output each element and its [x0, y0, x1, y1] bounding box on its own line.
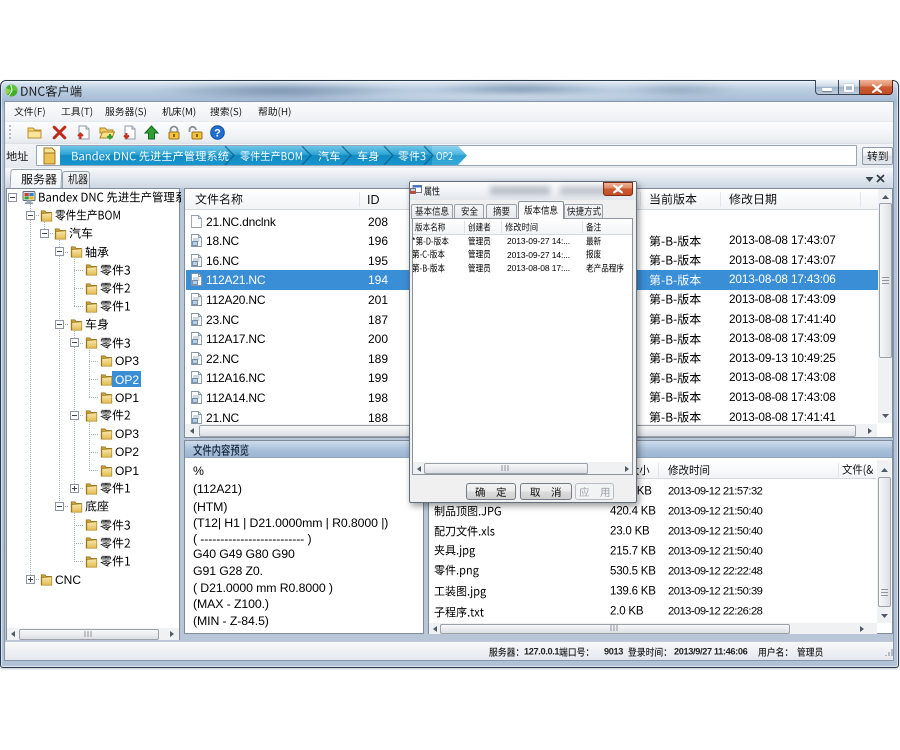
svg-text:?: ?: [214, 127, 221, 139]
